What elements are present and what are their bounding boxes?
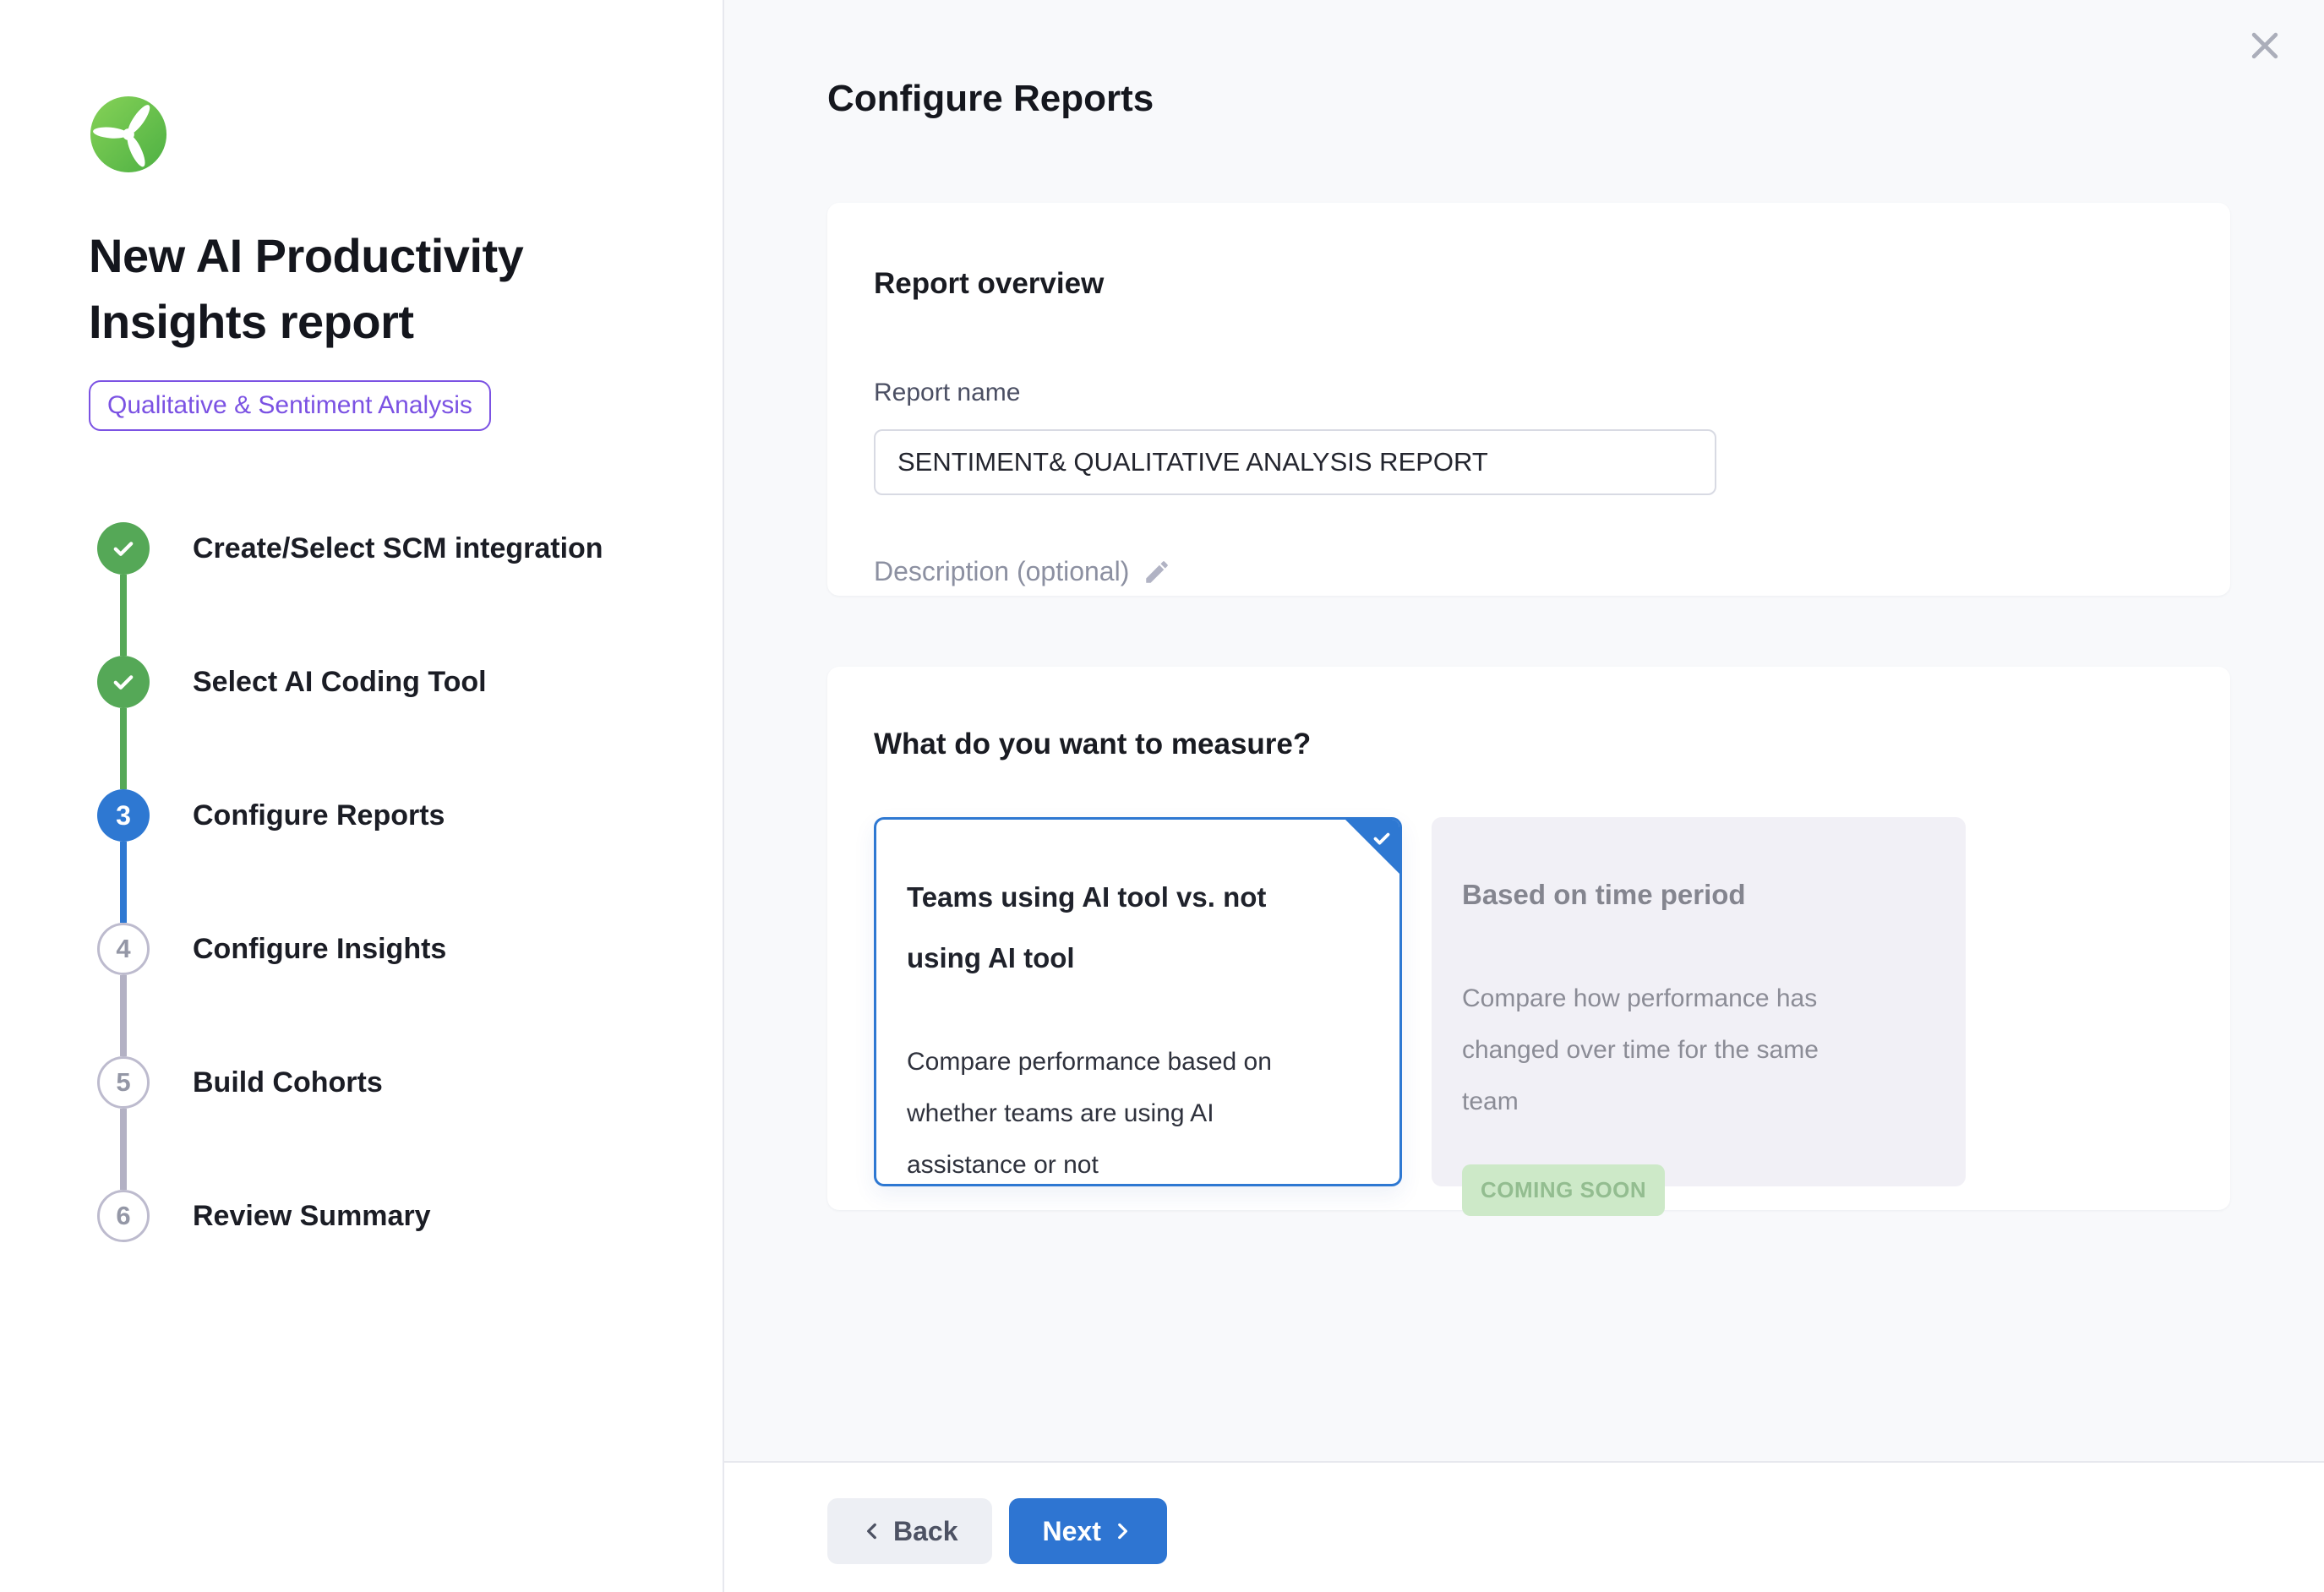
report-overview-card: Report overview Report name Description … (827, 203, 2230, 596)
step-label: Review Summary (193, 1190, 431, 1242)
step-item-configure-insights[interactable]: 4 Configure Insights (89, 923, 672, 1056)
measure-option-teams-vs-not[interactable]: Teams using AI tool vs. not using AI too… (874, 817, 1402, 1186)
selected-check-icon (1369, 826, 1394, 851)
step-check-icon (97, 522, 150, 575)
wizard-title: New AI Productivity Insights report (89, 223, 613, 355)
next-button[interactable]: Next (1009, 1498, 1167, 1564)
measure-heading: What do you want to measure? (874, 728, 2184, 761)
stepper: Create/Select SCM integration Select AI … (89, 522, 672, 1242)
option-title: Based on time period (1462, 864, 1842, 925)
step-connector (120, 1109, 127, 1190)
option-description: Compare how performance has changed over… (1462, 973, 1868, 1127)
back-button-label: Back (893, 1516, 958, 1547)
report-type-badge: Qualitative & Sentiment Analysis (89, 380, 491, 431)
step-item-configure-reports[interactable]: 3 Configure Reports (89, 789, 672, 923)
step-item-ai-coding-tool[interactable]: Select AI Coding Tool (89, 656, 672, 789)
page-title: Configure Reports (827, 78, 2324, 120)
report-name-input[interactable] (874, 429, 1716, 495)
step-label: Select AI Coding Tool (193, 656, 487, 708)
step-number: 5 (97, 1056, 150, 1109)
report-overview-heading: Report overview (874, 267, 2184, 301)
chevron-left-icon (861, 1520, 883, 1542)
step-connector (120, 842, 127, 923)
step-label: Configure Reports (193, 789, 445, 842)
coming-soon-badge: COMING SOON (1462, 1164, 1665, 1216)
step-label: Build Cohorts (193, 1056, 383, 1109)
report-name-label: Report name (874, 379, 2184, 407)
step-item-review-summary[interactable]: 6 Review Summary (89, 1190, 672, 1242)
step-connector (120, 975, 127, 1056)
step-connector (120, 708, 127, 789)
step-label: Configure Insights (193, 923, 446, 975)
step-item-scm-integration[interactable]: Create/Select SCM integration (89, 522, 672, 656)
next-button-label: Next (1043, 1516, 1101, 1547)
step-connector (120, 575, 127, 656)
step-check-icon (97, 656, 150, 708)
wizard-screen: New AI Productivity Insights report Qual… (0, 0, 2324, 1592)
option-title: Teams using AI tool vs. not using AI too… (907, 867, 1287, 989)
description-toggle[interactable]: Description (optional) (874, 556, 1171, 587)
step-number: 6 (97, 1190, 150, 1242)
step-label: Create/Select SCM integration (193, 522, 603, 575)
step-number: 4 (97, 923, 150, 975)
app-logo-icon (89, 95, 168, 174)
close-icon[interactable] (2241, 22, 2289, 69)
measure-card: What do you want to measure? Teams using… (827, 667, 2230, 1210)
back-button[interactable]: Back (827, 1498, 992, 1564)
step-number: 3 (97, 789, 150, 842)
measure-option-time-period[interactable]: Based on time period Compare how perform… (1432, 817, 1966, 1186)
sidebar: New AI Productivity Insights report Qual… (0, 0, 724, 1592)
description-label: Description (optional) (874, 556, 1129, 587)
edit-pencil-icon (1143, 558, 1171, 586)
option-description: Compare performance based on whether tea… (907, 1036, 1296, 1186)
measure-options: Teams using AI tool vs. not using AI too… (874, 817, 2184, 1186)
step-item-build-cohorts[interactable]: 5 Build Cohorts (89, 1056, 672, 1190)
main-panel: Configure Reports Report overview Report… (724, 0, 2324, 1592)
wizard-footer: Back Next (724, 1461, 2324, 1592)
chevron-right-icon (1111, 1520, 1133, 1542)
